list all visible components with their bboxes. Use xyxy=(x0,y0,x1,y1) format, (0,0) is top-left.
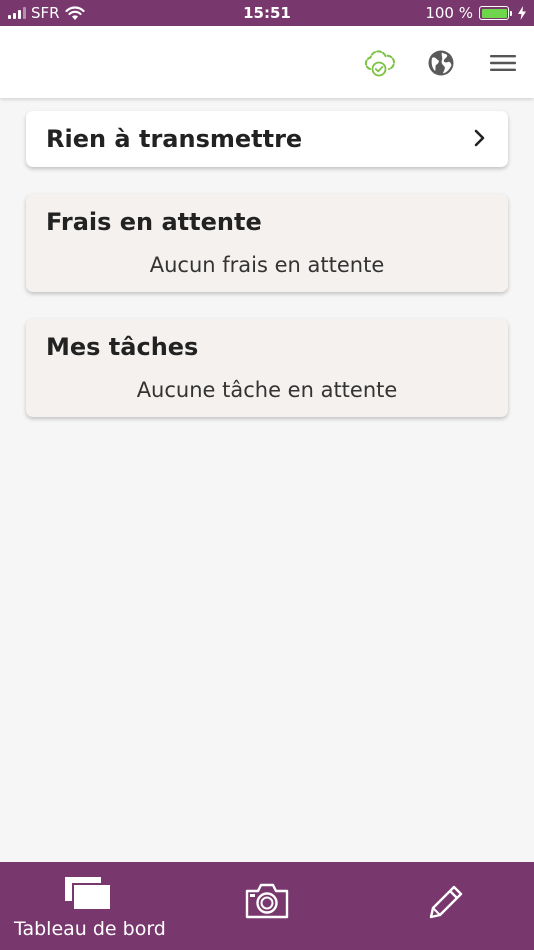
cloud-sync-check-icon[interactable] xyxy=(362,46,396,80)
bottom-nav: Tableau de bord xyxy=(0,862,534,950)
hamburger-menu-icon[interactable] xyxy=(486,46,520,80)
tasks-card[interactable]: Mes tâches Aucune tâche en attente xyxy=(26,319,508,417)
nav-dashboard[interactable]: Tableau de bord xyxy=(0,862,178,950)
pending-expenses-card[interactable]: Frais en attente Aucun frais en attente xyxy=(26,194,508,292)
tasks-empty-text: Aucune tâche en attente xyxy=(136,378,398,402)
pencil-icon xyxy=(428,884,464,924)
dashboard-icon xyxy=(64,876,112,914)
nav-dashboard-label: Tableau de bord xyxy=(14,918,166,940)
charging-icon xyxy=(518,6,526,20)
status-bar: SFR 15:51 100 % xyxy=(0,0,534,26)
nav-camera[interactable] xyxy=(178,862,356,950)
transmit-card-title: Rien à transmettre xyxy=(46,125,303,153)
camera-icon xyxy=(244,882,290,924)
nav-edit[interactable] xyxy=(356,862,534,950)
pending-expenses-empty-text: Aucun frais en attente xyxy=(149,253,385,277)
battery-percent: 100 % xyxy=(425,4,473,22)
chevron-right-icon xyxy=(474,129,486,151)
pending-expenses-title: Frais en attente xyxy=(46,208,262,236)
app-header xyxy=(0,26,534,98)
tasks-title: Mes tâches xyxy=(46,333,199,361)
transmit-card[interactable]: Rien à transmettre xyxy=(26,111,508,167)
globe-icon[interactable] xyxy=(424,46,458,80)
battery-icon xyxy=(479,6,512,20)
